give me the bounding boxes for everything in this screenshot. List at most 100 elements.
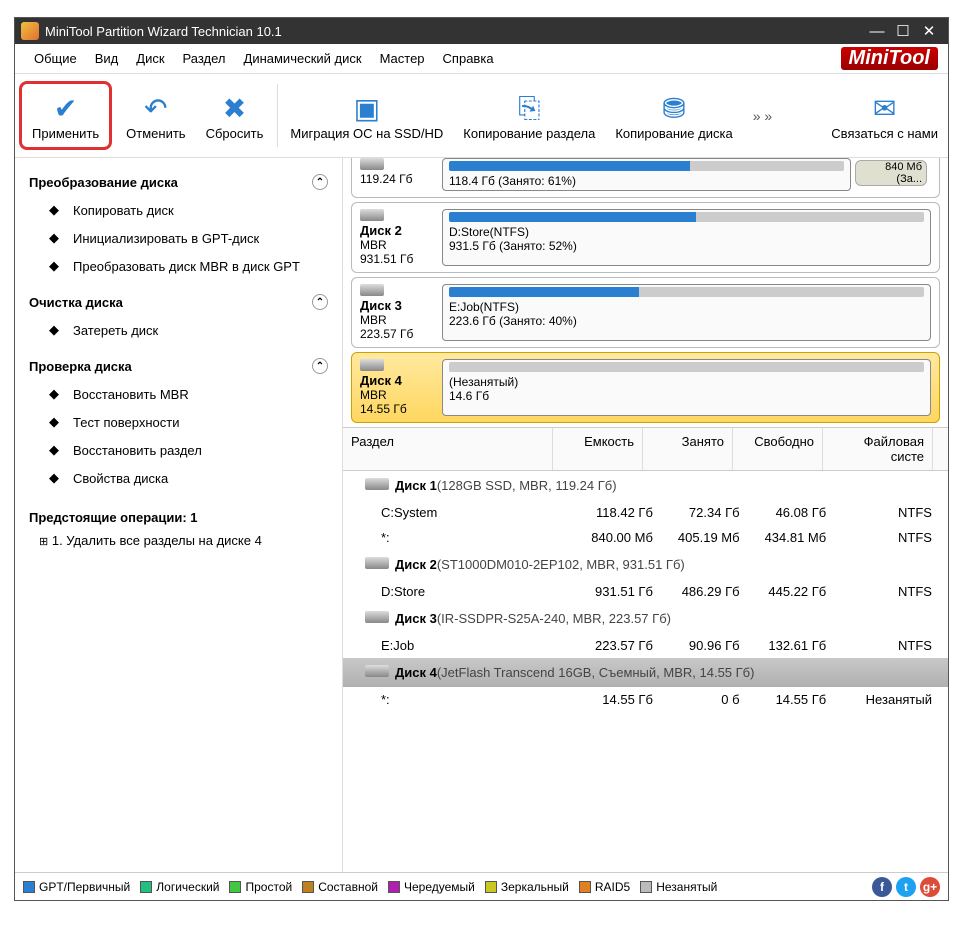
toolbar: ✔ Применить ↶ Отменить ✖ Сбросить ▣ Мигр… (15, 74, 948, 158)
social-links: f t g+ (872, 877, 940, 897)
discard-button[interactable]: ✖ Сбросить (196, 84, 279, 147)
menu-help[interactable]: Справка (434, 47, 503, 70)
copy-partition-icon: ⎘ (518, 90, 540, 126)
twitter-icon[interactable]: t (896, 877, 916, 897)
legend-swatch (140, 881, 152, 893)
undo-button[interactable]: ↶ Отменить (116, 84, 195, 147)
sidebar: Преобразование диска⌃◆Копировать диск◆Ин… (15, 158, 343, 872)
legend-swatch (640, 881, 652, 893)
facebook-icon[interactable]: f (872, 877, 892, 897)
contact-button[interactable]: ✉ Связаться с нами (821, 84, 948, 147)
migrate-os-button[interactable]: ▣ Миграция ОС на SSD/HD (280, 84, 453, 147)
table-partition-row[interactable]: E:Job223.57 Гб90.96 Гб132.61 ГбNTFS (343, 633, 948, 658)
action-icon: ◆ (49, 470, 67, 486)
cross-icon: ✖ (223, 90, 246, 126)
app-icon (21, 22, 39, 40)
sidebar-item[interactable]: ◆Восстановить раздел (29, 436, 328, 464)
disk-row[interactable]: Диск 4MBR14.55 Гб (Незанятый)14.6 Гб (351, 352, 940, 423)
table-disk-header[interactable]: Диск 1 (128GB SSD, MBR, 119.24 Гб) (343, 471, 948, 500)
col-partition[interactable]: Раздел (343, 428, 553, 470)
disk-icon (360, 284, 384, 296)
apply-button[interactable]: ✔ Применить (19, 81, 112, 150)
disk-icon (365, 611, 389, 623)
menu-view[interactable]: Вид (86, 47, 128, 70)
sidebar-item[interactable]: ◆Копировать диск (29, 196, 328, 224)
contact-label: Связаться с нами (831, 126, 938, 141)
toolbar-more[interactable]: » » (743, 108, 782, 124)
window-title: MiniTool Partition Wizard Technician 10.… (45, 24, 864, 39)
sidebar-group-header[interactable]: Очистка диска⌃ (29, 288, 328, 316)
table-partition-row[interactable]: *:840.00 Мб405.19 Мб434.81 МбNTFS (343, 525, 948, 550)
menu-dynamic-disk[interactable]: Динамический диск (235, 47, 371, 70)
sidebar-item[interactable]: ◆Тест поверхности (29, 408, 328, 436)
disk-icon (360, 158, 384, 170)
table-partition-row[interactable]: *:14.55 Гб0 б14.55 ГбНезанятый (343, 687, 948, 712)
brand-logo: MiniTool (841, 47, 938, 70)
copy-disk-icon: ⛃ (662, 90, 685, 126)
migrate-icon: ▣ (354, 90, 380, 126)
collapse-icon: ⌃ (312, 294, 328, 310)
maximize-button[interactable]: ☐ (890, 22, 916, 40)
disk-row-trunc[interactable]: 119.24 Гб 118.4 Гб (Занято: 61%) 840 Мб … (351, 158, 940, 198)
action-icon: ◆ (49, 442, 67, 458)
close-button[interactable]: ✕ (916, 22, 942, 40)
titlebar: MiniTool Partition Wizard Technician 10.… (15, 18, 948, 44)
main-panel: 119.24 Гб 118.4 Гб (Занято: 61%) 840 Мб … (343, 158, 948, 872)
legend-swatch (23, 881, 35, 893)
table-disk-header[interactable]: Диск 4 (JetFlash Transcend 16GB, Съемный… (343, 658, 948, 687)
legend-swatch (485, 881, 497, 893)
disk-icon (365, 665, 389, 677)
table-header: Раздел Емкость Занято Свободно Файловая … (343, 428, 948, 471)
pending-item: ⊞ 1. Удалить все разделы на диске 4 (29, 529, 328, 552)
partition-table: Диск 1 (128GB SSD, MBR, 119.24 Гб)C:Syst… (343, 471, 948, 872)
col-used[interactable]: Занято (643, 428, 733, 470)
pending-title: Предстоящие операции: 1 (29, 506, 328, 529)
action-icon: ◆ (49, 386, 67, 402)
legend-item: Незанятый (640, 880, 717, 894)
disk-icon (365, 478, 389, 490)
mail-icon: ✉ (873, 90, 896, 126)
menu-wizard[interactable]: Мастер (371, 47, 434, 70)
sidebar-item[interactable]: ◆Свойства диска (29, 464, 328, 492)
disk-icon (360, 209, 384, 221)
col-free[interactable]: Свободно (733, 428, 823, 470)
undo-label: Отменить (126, 126, 185, 141)
disk-map: 119.24 Гб 118.4 Гб (Занято: 61%) 840 Мб … (343, 158, 948, 428)
copy-partition-label: Копирование раздела (463, 126, 595, 141)
action-icon: ◆ (49, 414, 67, 430)
google-plus-icon[interactable]: g+ (920, 877, 940, 897)
disk-icon (365, 557, 389, 569)
undo-icon: ↶ (144, 90, 167, 126)
menu-general[interactable]: Общие (25, 47, 86, 70)
legend-item: Зеркальный (485, 880, 569, 894)
legend-item: Чередуемый (388, 880, 475, 894)
sidebar-item[interactable]: ◆Инициализировать в GPT-диск (29, 224, 328, 252)
minimize-button[interactable]: — (864, 23, 890, 40)
collapse-icon: ⌃ (312, 358, 328, 374)
sidebar-group-header[interactable]: Проверка диска⌃ (29, 352, 328, 380)
col-capacity[interactable]: Емкость (553, 428, 643, 470)
menu-disk[interactable]: Диск (127, 47, 173, 70)
action-icon: ◆ (49, 202, 67, 218)
table-partition-row[interactable]: D:Store931.51 Гб486.29 Гб445.22 ГбNTFS (343, 579, 948, 604)
sidebar-item[interactable]: ◆Затереть диск (29, 316, 328, 344)
table-disk-header[interactable]: Диск 3 (IR-SSDPR-S25A-240, MBR, 223.57 Г… (343, 604, 948, 633)
table-partition-row[interactable]: C:System118.42 Гб72.34 Гб46.08 ГбNTFS (343, 500, 948, 525)
action-icon: ◆ (49, 322, 67, 338)
action-icon: ◆ (49, 230, 67, 246)
disk-row[interactable]: Диск 2MBR931.51 Гб D:Store(NTFS)931.5 Гб… (351, 202, 940, 273)
copy-disk-button[interactable]: ⛃ Копирование диска (605, 84, 742, 147)
copy-disk-label: Копирование диска (615, 126, 732, 141)
legend-item: Логический (140, 880, 219, 894)
sidebar-group-header[interactable]: Преобразование диска⌃ (29, 168, 328, 196)
sidebar-item[interactable]: ◆Восстановить MBR (29, 380, 328, 408)
migrate-label: Миграция ОС на SSD/HD (290, 126, 443, 141)
pending-operations: Предстоящие операции: 1 ⊞ 1. Удалить все… (15, 496, 342, 562)
table-disk-header[interactable]: Диск 2 (ST1000DM010-2EP102, MBR, 931.51 … (343, 550, 948, 579)
legend: GPT/ПервичныйЛогическийПростойСоставнойЧ… (15, 872, 948, 900)
col-filesystem[interactable]: Файловая систе (823, 428, 933, 470)
menu-partition[interactable]: Раздел (174, 47, 235, 70)
copy-partition-button[interactable]: ⎘ Копирование раздела (453, 84, 605, 147)
disk-row[interactable]: Диск 3MBR223.57 Гб E:Job(NTFS)223.6 Гб (… (351, 277, 940, 348)
sidebar-item[interactable]: ◆Преобразовать диск MBR в диск GPT (29, 252, 328, 280)
